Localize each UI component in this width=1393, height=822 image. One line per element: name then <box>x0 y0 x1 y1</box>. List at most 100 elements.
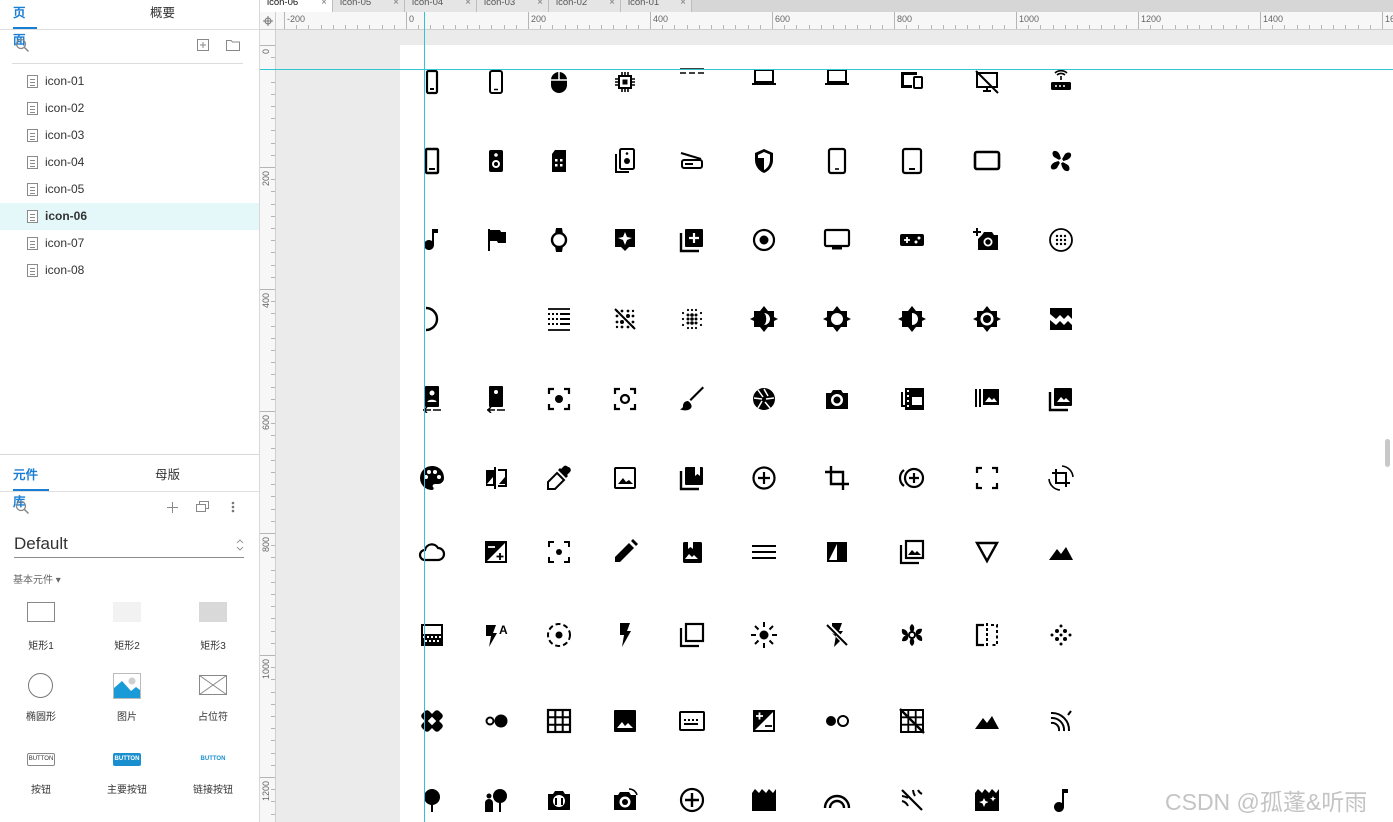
image-icon[interactable] <box>611 464 639 492</box>
terrain-icon[interactable] <box>1047 538 1075 566</box>
palette-icon[interactable] <box>418 464 446 492</box>
brightness-4-icon[interactable] <box>750 305 778 333</box>
filter-b-and-w-icon[interactable] <box>823 538 851 566</box>
control-point-duplicate-icon[interactable] <box>898 464 926 492</box>
filter-none-icon[interactable] <box>678 621 706 649</box>
looks-icon[interactable] <box>823 786 851 814</box>
phone-android-icon[interactable] <box>418 147 446 175</box>
leak-remove-icon[interactable] <box>898 786 926 814</box>
page-item-icon-03[interactable]: icon-03 <box>0 122 259 149</box>
gradient-icon[interactable] <box>418 621 446 649</box>
tab-outline[interactable]: 概要 <box>150 0 175 30</box>
healing-icon[interactable] <box>418 707 446 735</box>
tablet-icon[interactable] <box>823 147 851 175</box>
exposure-2-icon[interactable] <box>750 707 778 735</box>
desktop-off-icon[interactable] <box>973 68 1001 96</box>
flag-icon[interactable] <box>482 226 510 254</box>
widget-primary-button[interactable]: BUTTON 主要按钮 <box>92 750 162 810</box>
crop-icon[interactable] <box>823 464 851 492</box>
colorize-icon[interactable] <box>545 464 573 492</box>
tablet-android-icon[interactable] <box>898 147 926 175</box>
switch-camera-icon[interactable] <box>545 786 573 814</box>
horizontal-ruler[interactable]: -200 0 200 400 600 800 1000 1200 1400 1600 <box>276 12 1393 30</box>
slideshow-icon[interactable] <box>678 707 706 735</box>
cloud-queue-icon[interactable] <box>418 538 446 566</box>
burst-mode-icon[interactable] <box>898 385 926 413</box>
sim-card-icon[interactable] <box>545 147 573 175</box>
collections-icon[interactable] <box>973 385 1001 413</box>
filter-vintage-icon[interactable] <box>898 621 926 649</box>
nature-people-icon[interactable] <box>482 786 510 814</box>
ruler-corner[interactable] <box>260 12 276 30</box>
add-folder-icon[interactable] <box>226 39 240 51</box>
moon-icon[interactable] <box>482 305 510 333</box>
landscape-icon[interactable] <box>973 707 1001 735</box>
doc-tab-icon-04[interactable]: icon-04 × <box>405 0 477 12</box>
compare-icon[interactable] <box>482 464 510 492</box>
laptop-2-icon[interactable] <box>823 68 851 96</box>
camera-rear-icon[interactable] <box>482 385 510 413</box>
assistant-icon[interactable] <box>611 226 639 254</box>
audiotrack-icon[interactable] <box>1047 786 1075 814</box>
collections-bookmark-icon[interactable] <box>678 464 706 492</box>
center-focus-weak-icon[interactable] <box>611 385 639 413</box>
router-icon[interactable] <box>1047 68 1075 96</box>
photo-album-icon[interactable] <box>678 538 706 566</box>
tablet-landscape-icon[interactable] <box>973 147 1001 175</box>
add-page-icon[interactable] <box>197 39 209 51</box>
music-note-icon[interactable] <box>418 226 446 254</box>
camera-aperture-icon[interactable] <box>750 385 778 413</box>
page-item-icon-04[interactable]: icon-04 <box>0 149 259 176</box>
page-item-icon-07[interactable]: icon-07 <box>0 230 259 257</box>
flash-off-icon[interactable] <box>823 621 851 649</box>
grid-on-icon[interactable] <box>545 707 573 735</box>
brightness-5-icon[interactable] <box>823 305 851 333</box>
library-select[interactable]: Default <box>14 532 244 558</box>
switch-video-icon[interactable] <box>611 786 639 814</box>
flash-on-icon[interactable] <box>611 621 639 649</box>
tv-icon[interactable] <box>823 226 851 254</box>
search-icon[interactable] <box>15 500 30 515</box>
blur-off-icon[interactable] <box>611 305 639 333</box>
scanner-icon[interactable] <box>678 147 706 175</box>
library-copy-icon[interactable] <box>196 501 210 513</box>
filter-icon[interactable] <box>898 538 926 566</box>
filter-tilt-shift-icon[interactable] <box>545 621 573 649</box>
flip-icon[interactable] <box>973 621 1001 649</box>
texture-icon[interactable] <box>545 305 573 333</box>
search-icon[interactable] <box>15 38 30 53</box>
guide-vertical[interactable] <box>424 12 425 822</box>
blur-circular-icon[interactable] <box>1047 621 1075 649</box>
add-to-photos-icon[interactable] <box>678 226 706 254</box>
widget-rectangle-3[interactable]: 矩形3 <box>178 600 248 660</box>
grain-circle-icon[interactable] <box>1047 226 1075 254</box>
nature-icon[interactable] <box>418 786 446 814</box>
camera-front-icon[interactable] <box>418 385 446 413</box>
library-section-label[interactable]: 基本元件 ▾ <box>13 571 61 586</box>
doc-tab-icon-03[interactable]: icon-03 × <box>477 0 549 12</box>
page-item-icon-05[interactable]: icon-05 <box>0 176 259 203</box>
brightness-7-icon[interactable] <box>973 305 1001 333</box>
control-point-icon[interactable] <box>750 464 778 492</box>
guide-horizontal[interactable] <box>260 69 1393 70</box>
grid-off-icon[interactable] <box>898 707 926 735</box>
brush-icon[interactable] <box>678 385 706 413</box>
page-item-icon-06[interactable]: icon-06 <box>0 203 259 230</box>
close-icon[interactable]: × <box>680 0 686 8</box>
photo-library-icon[interactable] <box>1047 385 1075 413</box>
page-item-icon-02[interactable]: icon-02 <box>0 95 259 122</box>
broken-image-icon[interactable] <box>1047 305 1075 333</box>
tab-pages[interactable]: 页面 <box>13 0 37 47</box>
dehaze-icon[interactable] <box>750 538 778 566</box>
exposure-icon[interactable] <box>482 538 510 566</box>
widget-placeholder[interactable]: 占位符 <box>178 673 248 733</box>
flash-auto-icon[interactable]: A <box>482 621 510 649</box>
gamepad-icon[interactable] <box>898 226 926 254</box>
close-icon[interactable]: × <box>393 0 399 8</box>
more-icon[interactable] <box>231 501 235 513</box>
details-icon[interactable] <box>973 538 1001 566</box>
laptop-icon[interactable] <box>750 68 778 96</box>
widget-link-button[interactable]: BUTTON 链接按钮 <box>178 750 248 810</box>
page-item-icon-01[interactable]: icon-01 <box>0 68 259 95</box>
switch-lens-icon[interactable] <box>823 707 851 735</box>
